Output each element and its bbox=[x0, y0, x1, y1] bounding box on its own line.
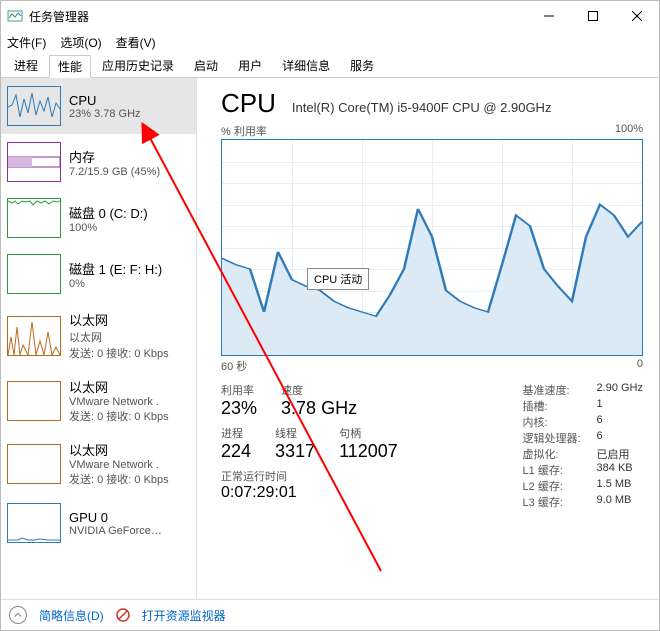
sidebar-item-label: 以太网 bbox=[69, 377, 169, 396]
sidebar-item-sub: NVIDIA GeForce… bbox=[69, 525, 162, 537]
tab-performance[interactable]: 性能 bbox=[49, 55, 91, 78]
tab-users[interactable]: 用户 bbox=[229, 54, 271, 77]
minimize-button[interactable] bbox=[527, 1, 571, 31]
uptime-label: 正常运行时间 bbox=[221, 468, 497, 484]
sidebar-item-disk1[interactable]: 磁盘 1 (E: F: H:) 0% bbox=[1, 246, 196, 302]
tab-bar: 进程 性能 应用历史记录 启动 用户 详细信息 服务 bbox=[1, 53, 659, 78]
sidebar-item-label: 磁盘 0 (C: D:) bbox=[69, 203, 148, 222]
footer: 简略信息(D) 打开资源监视器 bbox=[1, 599, 659, 630]
close-button[interactable] bbox=[615, 1, 659, 31]
disk-thumb-icon bbox=[7, 198, 61, 238]
menu-options[interactable]: 选项(O) bbox=[60, 34, 101, 51]
sidebar-item-eth0[interactable]: 以太网 以太网 发送: 0 接收: 0 Kbps bbox=[1, 302, 196, 369]
sidebar-item-memory[interactable]: 内存 7.2/15.9 GB (45%) bbox=[1, 134, 196, 190]
sidebar-item-sub: 7.2/15.9 GB (45%) bbox=[69, 166, 160, 178]
sidebar-item-label: GPU 0 bbox=[69, 510, 162, 525]
uptime-value: 0:07:29:01 bbox=[221, 484, 497, 502]
sidebar-item-disk0[interactable]: 磁盘 0 (C: D:) 100% bbox=[1, 190, 196, 246]
sidebar-item-label: CPU bbox=[69, 93, 141, 108]
sidebar-item-label: 以太网 bbox=[69, 440, 169, 459]
sidebar-item-label: 以太网 bbox=[69, 310, 169, 329]
sidebar-item-eth1[interactable]: 以太网 VMware Network . 发送: 0 接收: 0 Kbps bbox=[1, 369, 196, 432]
chevron-up-icon[interactable] bbox=[9, 606, 27, 624]
ethernet-thumb-icon bbox=[7, 381, 61, 421]
sidebar-item-cpu[interactable]: CPU 23% 3.78 GHz bbox=[1, 78, 196, 134]
sidebar-item-gpu0[interactable]: GPU 0 NVIDIA GeForce… bbox=[1, 495, 196, 551]
disk-thumb-icon bbox=[7, 254, 61, 294]
sidebar-item-sub: VMware Network . 发送: 0 接收: 0 Kbps bbox=[69, 396, 169, 424]
sidebar-item-sub: 0% bbox=[69, 278, 162, 290]
memory-thumb-icon bbox=[7, 142, 61, 182]
stat-label: 线程 bbox=[275, 425, 315, 441]
gpu-thumb-icon bbox=[7, 503, 61, 543]
menu-view[interactable]: 查看(V) bbox=[116, 34, 156, 51]
stat-value: 112007 bbox=[339, 441, 398, 462]
tab-services[interactable]: 服务 bbox=[341, 54, 383, 77]
tab-app-history[interactable]: 应用历史记录 bbox=[93, 54, 183, 77]
ethernet-thumb-icon bbox=[7, 316, 61, 356]
ethernet-thumb-icon bbox=[7, 444, 61, 484]
menu-bar: 文件(F) 选项(O) 查看(V) bbox=[1, 31, 659, 53]
sidebar-item-label: 内存 bbox=[69, 147, 160, 166]
cpu-usage-chart[interactable]: CPU 活动 bbox=[221, 139, 643, 356]
sidebar-item-sub: 以太网 发送: 0 接收: 0 Kbps bbox=[69, 329, 169, 361]
chart-label-bl: 60 秒 bbox=[221, 358, 247, 374]
sidebar-item-eth2[interactable]: 以太网 VMware Network . 发送: 0 接收: 0 Kbps bbox=[1, 432, 196, 495]
tab-details[interactable]: 详细信息 bbox=[273, 54, 339, 77]
stat-value: 3317 bbox=[275, 441, 315, 462]
window-title: 任务管理器 bbox=[29, 8, 89, 25]
tab-startup[interactable]: 启动 bbox=[185, 54, 227, 77]
fewer-details-link[interactable]: 简略信息(D) bbox=[39, 607, 104, 624]
chart-label-br: 0 bbox=[637, 358, 643, 374]
cpu-line-icon bbox=[222, 140, 642, 355]
resmon-icon bbox=[116, 608, 130, 622]
title-bar: 任务管理器 bbox=[1, 1, 659, 31]
stat-label: 速度 bbox=[281, 382, 357, 398]
stat-label: 进程 bbox=[221, 425, 251, 441]
stat-label: 句柄 bbox=[339, 425, 398, 441]
stat-value: 23% bbox=[221, 398, 257, 419]
stat-value: 3.78 GHz bbox=[281, 398, 357, 419]
cpu-specs: 基准速度:2.90 GHz 插槽:1 内核:6 逻辑处理器:6 虚拟化:已启用 … bbox=[523, 382, 643, 510]
sidebar-item-label: 磁盘 1 (E: F: H:) bbox=[69, 259, 162, 278]
sidebar[interactable]: CPU 23% 3.78 GHz 内存 7.2/15.9 GB (45%) bbox=[1, 78, 197, 599]
menu-file[interactable]: 文件(F) bbox=[7, 34, 46, 51]
open-resmon-link[interactable]: 打开资源监视器 bbox=[142, 607, 226, 624]
cpu-thumb-icon bbox=[7, 86, 61, 126]
chart-label-tr: 100% bbox=[615, 123, 643, 139]
maximize-button[interactable] bbox=[571, 1, 615, 31]
page-subtitle: Intel(R) Core(TM) i5-9400F CPU @ 2.90GHz bbox=[292, 100, 552, 115]
sidebar-item-sub: 23% 3.78 GHz bbox=[69, 108, 141, 120]
chart-tooltip: CPU 活动 bbox=[307, 268, 369, 290]
tab-processes[interactable]: 进程 bbox=[5, 54, 47, 77]
main-panel: CPU Intel(R) Core(TM) i5-9400F CPU @ 2.9… bbox=[197, 78, 659, 599]
stat-label: 利用率 bbox=[221, 382, 257, 398]
stat-value: 224 bbox=[221, 441, 251, 462]
sidebar-item-sub: 100% bbox=[69, 222, 148, 234]
page-title: CPU bbox=[221, 88, 276, 119]
sidebar-item-sub: VMware Network . 发送: 0 接收: 0 Kbps bbox=[69, 459, 169, 487]
app-icon bbox=[7, 8, 23, 24]
chart-label-tl: % 利用率 bbox=[221, 123, 267, 139]
